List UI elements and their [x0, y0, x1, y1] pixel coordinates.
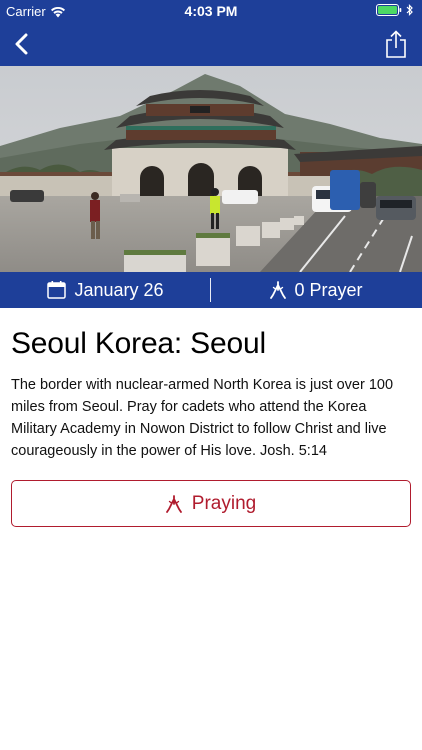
prayer-count-label: 0 Prayer	[294, 279, 363, 300]
praying-hands-icon	[270, 281, 287, 299]
page-title: Seoul Korea: Seoul	[11, 327, 266, 360]
share-button[interactable]	[378, 26, 414, 62]
chevron-left-icon	[15, 33, 28, 55]
battery-icon	[376, 4, 402, 16]
date-info: January 26	[0, 272, 211, 308]
back-button[interactable]	[4, 26, 40, 62]
praying-hands-icon	[165, 494, 182, 513]
status-bar: Carrier 4:03 PM	[0, 0, 422, 22]
status-time: 4:03 PM	[184, 3, 238, 19]
calendar-icon	[47, 281, 67, 299]
nav-bar	[0, 22, 422, 66]
date-label: January 26	[74, 279, 164, 300]
praying-button[interactable]: Praying	[11, 480, 411, 527]
bluetooth-icon	[406, 4, 413, 16]
praying-button-label: Praying	[191, 492, 257, 514]
hero-image	[0, 66, 422, 272]
prayer-description: The border with nuclear-armed North Kore…	[11, 377, 394, 459]
photo-gyeongbokgung-gate	[0, 66, 422, 272]
status-right	[376, 4, 414, 16]
prayer-count-info: 0 Prayer	[211, 272, 422, 308]
info-bar: January 26 0 Prayer	[0, 272, 422, 308]
share-icon	[386, 30, 406, 58]
info-divider	[210, 278, 211, 302]
